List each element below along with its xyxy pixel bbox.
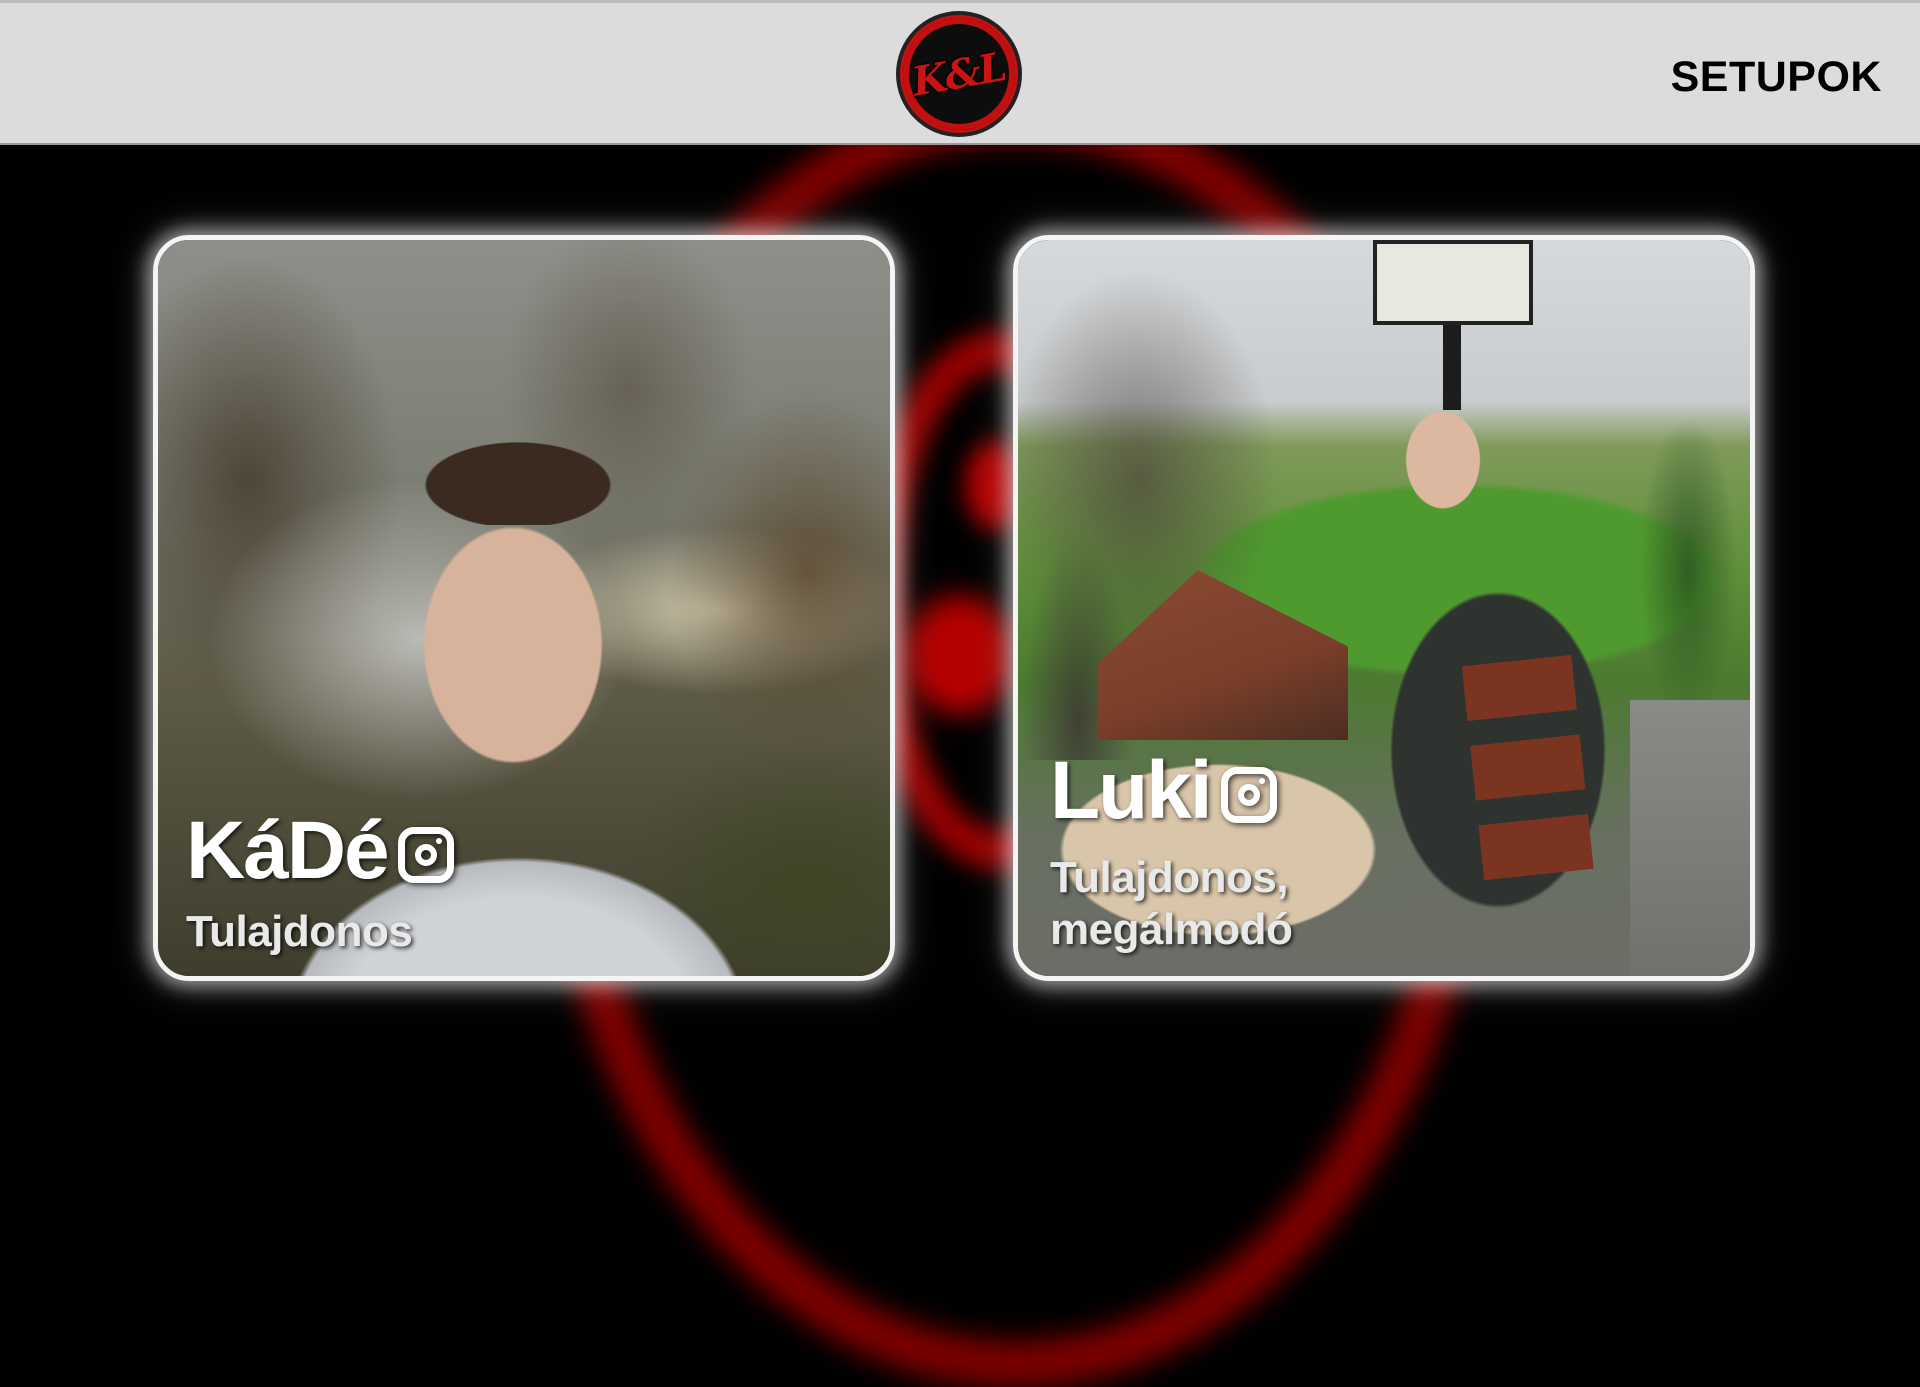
profile-name-row: Luki	[1050, 750, 1277, 832]
profile-role: Tulajdonos	[186, 907, 413, 956]
logo-text: K&L	[909, 42, 1009, 106]
logo[interactable]: K&L	[900, 15, 1018, 133]
profile-name: Luki	[1050, 745, 1213, 836]
profile-card-kade: KáDé Tulajdonos	[153, 235, 895, 981]
top-header: K&L SETUPOK	[0, 0, 1920, 145]
instagram-icon[interactable]	[397, 827, 454, 883]
nav-link-setupok[interactable]: SETUPOK	[1671, 53, 1882, 102]
profile-name-row: KáDé	[186, 810, 454, 892]
instagram-icon[interactable]	[1220, 767, 1277, 823]
profile-card-luki: Luki Tulajdonos, megálmodó	[1013, 235, 1755, 981]
profile-role: Tulajdonos, megálmodó	[1050, 853, 1293, 954]
profile-name: KáDé	[186, 805, 390, 896]
background-red-dot	[905, 595, 1015, 715]
